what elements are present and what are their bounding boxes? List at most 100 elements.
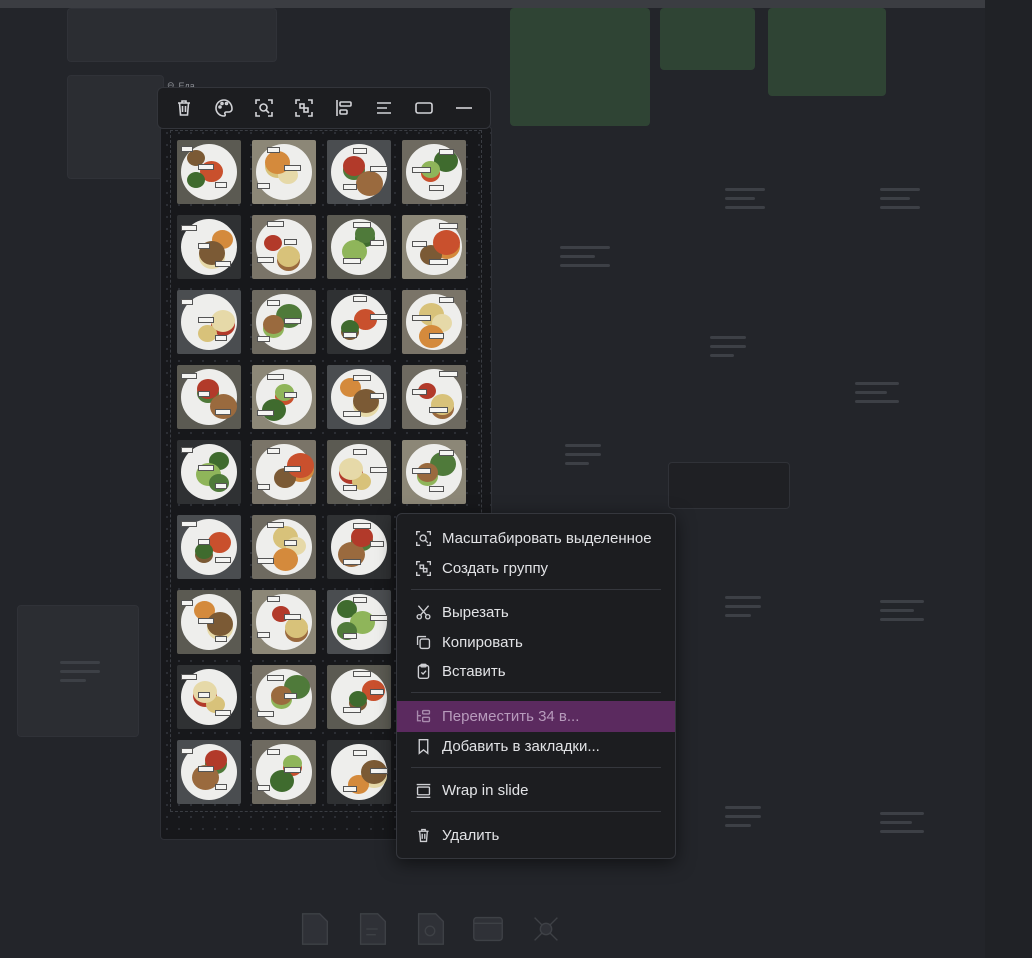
photo-caption-tag bbox=[343, 258, 361, 264]
food-photo[interactable] bbox=[252, 590, 316, 654]
photo-caption-tag bbox=[267, 448, 280, 454]
food-portion bbox=[343, 156, 365, 176]
photo-caption-tag bbox=[181, 146, 193, 152]
frame-icon[interactable] bbox=[469, 910, 507, 948]
food-photo[interactable] bbox=[252, 665, 316, 729]
delete-button[interactable] bbox=[169, 93, 199, 123]
food-portion bbox=[285, 617, 308, 638]
food-photo[interactable] bbox=[177, 290, 241, 354]
menu-item-cut[interactable]: Вырезать bbox=[397, 597, 675, 627]
background-lines bbox=[855, 376, 899, 409]
context-menu: Масштабировать выделенное Создать группу… bbox=[396, 513, 676, 859]
food-photo[interactable] bbox=[177, 740, 241, 804]
food-portion bbox=[211, 310, 235, 332]
food-photo[interactable] bbox=[252, 515, 316, 579]
photo-caption-tag bbox=[353, 750, 367, 756]
menu-item-copy[interactable]: Копировать bbox=[397, 627, 675, 657]
food-photo[interactable] bbox=[177, 365, 241, 429]
food-photo[interactable] bbox=[327, 665, 391, 729]
photo-caption-tag bbox=[412, 389, 427, 395]
menu-item-label: Вставить bbox=[442, 662, 506, 680]
photo-caption-tag bbox=[284, 392, 297, 398]
photo-caption-tag bbox=[198, 766, 214, 772]
food-photo[interactable] bbox=[177, 140, 241, 204]
link-document-icon[interactable] bbox=[411, 910, 449, 948]
photo-caption-tag bbox=[257, 558, 274, 564]
food-photo[interactable] bbox=[402, 440, 466, 504]
food-photo[interactable] bbox=[252, 440, 316, 504]
food-photo[interactable] bbox=[252, 365, 316, 429]
food-photo[interactable] bbox=[402, 365, 466, 429]
photo-caption-tag bbox=[353, 296, 367, 302]
food-photo[interactable] bbox=[177, 215, 241, 279]
food-photo[interactable] bbox=[177, 665, 241, 729]
photo-caption-tag bbox=[181, 674, 197, 680]
trash-icon bbox=[418, 828, 429, 842]
food-photo[interactable] bbox=[327, 365, 391, 429]
align-left-icon bbox=[336, 100, 352, 116]
food-photo[interactable] bbox=[252, 215, 316, 279]
line-icon bbox=[456, 107, 472, 109]
food-photo[interactable] bbox=[327, 140, 391, 204]
zoom-selection-icon bbox=[416, 530, 431, 546]
photo-caption-tag bbox=[181, 299, 193, 305]
photo-caption-tag bbox=[429, 333, 444, 339]
photo-caption-tag bbox=[267, 675, 284, 681]
food-photo[interactable] bbox=[252, 140, 316, 204]
photo-caption-tag bbox=[370, 541, 384, 547]
group-button[interactable] bbox=[289, 93, 319, 123]
photo-caption-tag bbox=[257, 257, 274, 263]
food-photo[interactable] bbox=[402, 140, 466, 204]
color-button[interactable] bbox=[209, 93, 239, 123]
food-photo[interactable] bbox=[252, 290, 316, 354]
photo-caption-tag bbox=[215, 409, 231, 415]
menu-item-move-to[interactable]: Переместить 34 в... bbox=[397, 701, 675, 732]
food-photo[interactable] bbox=[327, 290, 391, 354]
photo-caption-tag bbox=[353, 597, 367, 603]
line-button[interactable] bbox=[449, 93, 479, 123]
zoom-selection-button[interactable] bbox=[249, 93, 279, 123]
photo-caption-tag bbox=[439, 223, 458, 229]
photo-caption-tag bbox=[370, 166, 388, 172]
food-photo[interactable] bbox=[327, 515, 391, 579]
note-icon[interactable] bbox=[295, 910, 333, 948]
photo-caption-tag bbox=[284, 693, 297, 699]
photo-caption-tag bbox=[343, 485, 357, 491]
text-align-button[interactable] bbox=[369, 93, 399, 123]
photo-caption-tag bbox=[353, 375, 371, 381]
menu-item-create-group[interactable]: Создать группу bbox=[397, 553, 675, 583]
food-photo[interactable] bbox=[327, 590, 391, 654]
menu-item-bookmark[interactable]: Добавить в закладки... bbox=[397, 731, 675, 761]
food-photo[interactable] bbox=[252, 740, 316, 804]
photo-caption-tag bbox=[267, 374, 284, 380]
food-photo[interactable] bbox=[402, 290, 466, 354]
menu-item-label: Wrap in slide bbox=[442, 781, 529, 799]
photo-caption-tag bbox=[343, 633, 357, 639]
food-photo[interactable] bbox=[327, 440, 391, 504]
food-photo[interactable] bbox=[402, 215, 466, 279]
photo-caption-tag bbox=[215, 557, 231, 563]
menu-item-paste[interactable]: Вставить bbox=[397, 656, 675, 686]
photo-caption-tag bbox=[198, 164, 214, 170]
shape-button[interactable] bbox=[409, 93, 439, 123]
photo-caption-tag bbox=[353, 148, 367, 154]
food-photo[interactable] bbox=[177, 590, 241, 654]
food-photo[interactable] bbox=[177, 440, 241, 504]
photo-caption-tag bbox=[343, 559, 361, 565]
menu-item-label: Переместить 34 в... bbox=[442, 708, 580, 725]
menu-item-delete[interactable]: Удалить bbox=[397, 820, 675, 850]
photo-caption-tag bbox=[267, 221, 284, 227]
photo-caption-tag bbox=[267, 596, 280, 602]
background-card bbox=[67, 8, 277, 62]
photo-caption-tag bbox=[181, 225, 197, 231]
food-photo[interactable] bbox=[327, 215, 391, 279]
photo-caption-tag bbox=[215, 335, 227, 341]
food-photo[interactable] bbox=[177, 515, 241, 579]
menu-item-wrap-in-slide[interactable]: Wrap in slide bbox=[397, 775, 675, 805]
document-icon[interactable] bbox=[353, 910, 391, 948]
menu-item-zoom-selection[interactable]: Масштабировать выделенное bbox=[397, 523, 675, 553]
align-button[interactable] bbox=[329, 93, 359, 123]
photo-caption-tag bbox=[198, 618, 214, 624]
food-photo[interactable] bbox=[327, 740, 391, 804]
connect-icon[interactable] bbox=[527, 910, 565, 948]
